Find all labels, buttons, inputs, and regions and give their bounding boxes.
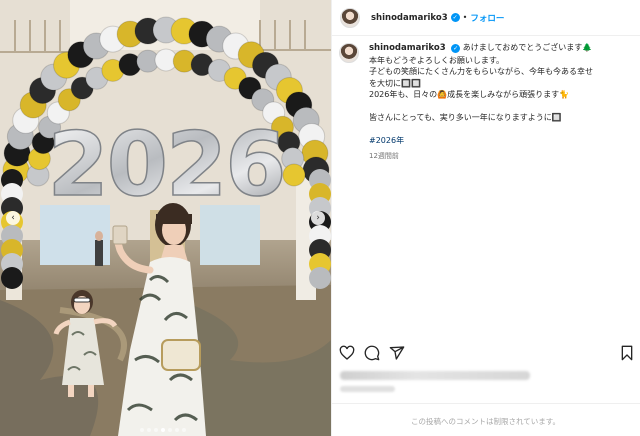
carousel-indicator xyxy=(140,428,186,432)
people-figures xyxy=(53,203,206,436)
verified-badge-icon: ✓ xyxy=(451,44,461,53)
post-timestamp[interactable]: 12週間前 xyxy=(369,151,637,163)
carousel-dot xyxy=(147,428,151,432)
caption-avatar[interactable] xyxy=(339,43,359,63)
share-icon[interactable] xyxy=(389,345,405,361)
carousel-prev-button[interactable]: ‹ xyxy=(6,211,20,225)
hashtag-link[interactable]: #2026年 xyxy=(369,135,637,147)
instagram-post-view: 2026 ‹ › shinodamariko3 ✓ • フォロー shinoda… xyxy=(0,0,640,436)
caption-line: 本年もどうぞよろしくお願いします。 xyxy=(369,55,505,65)
follow-button[interactable]: フォロー xyxy=(470,12,504,24)
separator-dot: • xyxy=(462,13,468,22)
heart-icon[interactable] xyxy=(339,345,355,361)
caption-line: 皆さんにとっても、実り多い一年になりますように🔲 xyxy=(369,113,562,122)
carousel-dot xyxy=(182,428,186,432)
post-header: shinodamariko3 ✓ • フォロー xyxy=(332,0,640,36)
avatar[interactable] xyxy=(340,7,360,28)
carousel-dot xyxy=(154,428,158,432)
bookmark-icon[interactable] xyxy=(619,345,635,361)
username-link[interactable]: shinodamariko3 xyxy=(371,13,448,23)
caption-line xyxy=(369,101,637,113)
likes-summary-blurred xyxy=(340,371,530,380)
caption-line: 子どもの笑顔にたくさん力をもらいながら、今年も今ある幸せ xyxy=(369,67,593,76)
comment-icon[interactable] xyxy=(364,345,380,361)
caption-text: shinodamariko3 ✓ あけましておめでとうございます🌲 本年もどうぞ… xyxy=(369,42,637,163)
caption-line: 2026年も、日々の🙆成長を楽しみながら頑張ります🐈 xyxy=(369,90,570,99)
comments-restricted-notice: この投稿へのコメントは制限されています。 xyxy=(410,417,561,426)
caption-line: を大切に🔲🔲 xyxy=(369,78,421,88)
action-bar xyxy=(339,344,635,362)
carousel-dot xyxy=(140,428,144,432)
carousel-dot xyxy=(175,428,179,432)
carousel-dot xyxy=(168,428,172,432)
verified-badge-icon: ✓ xyxy=(450,13,460,22)
caption-username[interactable]: shinodamariko3 xyxy=(369,43,446,53)
carousel-next-button[interactable]: › xyxy=(311,211,325,225)
caption-line: あけましておめでとうございます🌲 xyxy=(462,43,593,52)
date-blurred xyxy=(340,386,395,392)
divider xyxy=(331,403,640,404)
caption-block: shinodamariko3 ✓ あけましておめでとうございます🌲 本年もどうぞ… xyxy=(339,42,639,163)
carousel-dot xyxy=(161,428,165,432)
post-photo[interactable]: 2026 ‹ › xyxy=(0,0,331,436)
